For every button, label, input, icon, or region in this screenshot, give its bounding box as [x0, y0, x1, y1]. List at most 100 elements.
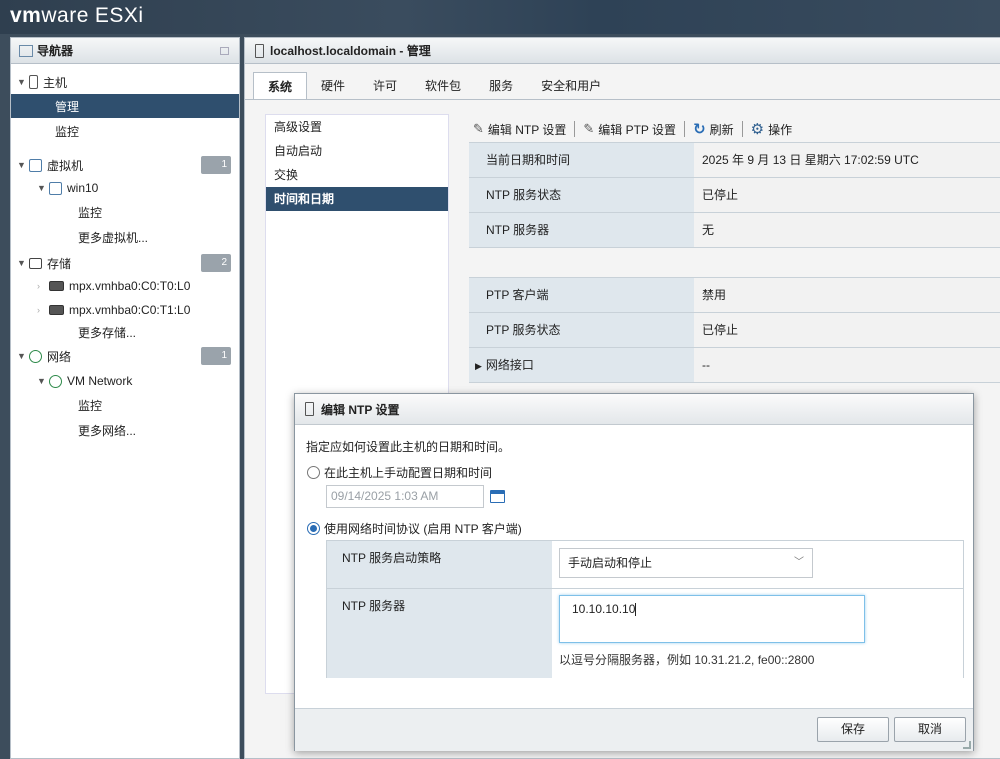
toolbar-separator	[684, 121, 686, 137]
table-row: NTP 服务器 无	[469, 213, 1000, 248]
expand-arrow-icon[interactable]: ▼	[37, 183, 47, 193]
policy-cell: 手动启动和停止 ﹀	[552, 541, 963, 588]
subnav-advanced-settings[interactable]: 高级设置	[266, 115, 448, 139]
expand-arrow-icon[interactable]: ▼	[17, 258, 27, 268]
subnav-time-date[interactable]: 时间和日期	[266, 187, 448, 211]
nav-item-vm-win10[interactable]: ▼ win10	[11, 176, 239, 200]
table-row-network-interfaces[interactable]: ▶ 网络接口 --	[469, 348, 1000, 383]
host-icon	[29, 75, 38, 89]
row-value: 已停止	[694, 178, 1000, 212]
nav-item-host[interactable]: ▼ 主机	[11, 70, 239, 94]
table-row: 当前日期和时间 2025 年 9 月 13 日 星期六 17:02:59 UTC	[469, 143, 1000, 178]
vmware-esxi-logo: vmware ESXi	[10, 4, 144, 28]
nav-item-label: 虚拟机	[47, 158, 84, 173]
nav-item-vms[interactable]: ▼ 虚拟机 1	[11, 153, 239, 177]
tab-divider	[245, 99, 1000, 100]
subnav-autostart[interactable]: 自动启动	[266, 139, 448, 163]
edit-ptp-button[interactable]: ✎ 编辑 PTP 设置	[583, 121, 676, 138]
nav-item-vm-monitor[interactable]: 监控	[11, 200, 239, 224]
nav-item-label: 管理	[55, 99, 80, 114]
refresh-label: 刷新	[709, 122, 734, 137]
tab-security-users[interactable]: 安全和用户	[527, 72, 615, 100]
calendar-icon[interactable]	[490, 490, 505, 503]
host-icon	[305, 402, 314, 416]
nav-item-label: VM Network	[67, 374, 133, 388]
nav-item-network-monitor[interactable]: 监控	[11, 393, 239, 417]
ntp-info-table: 当前日期和时间 2025 年 9 月 13 日 星期六 17:02:59 UTC…	[469, 142, 1000, 248]
row-key-label: 网络接口	[485, 358, 534, 372]
navigator-title: 导航器	[37, 44, 74, 58]
ntp-server-label: NTP 服务器	[327, 589, 552, 678]
pencil-icon: ✎	[583, 121, 595, 136]
table-row: PTP 客户端 禁用	[469, 278, 1000, 313]
nav-item-vm-network[interactable]: ▼ VM Network	[11, 369, 239, 393]
row-value: 2025 年 9 月 13 日 星期六 17:02:59 UTC	[694, 143, 1000, 177]
startup-policy-select[interactable]: 手动启动和停止 ﹀	[559, 548, 813, 578]
table-row: NTP 服务器 10.10.10.10 以逗号分隔服务器，例如 10.31.21…	[327, 589, 963, 678]
tab-packages[interactable]: 软件包	[411, 72, 475, 100]
expand-arrow-icon[interactable]: ▼	[17, 351, 27, 361]
nav-item-label: win10	[67, 181, 99, 195]
startup-policy-value: 手动启动和停止	[568, 556, 653, 570]
edit-ntp-button[interactable]: ✎ 编辑 NTP 设置	[473, 121, 566, 138]
nav-item-host-manage[interactable]: 管理	[11, 94, 239, 118]
ntp-option[interactable]: 使用网络时间协议 (启用 NTP 客户端)	[307, 520, 522, 537]
manual-config-option[interactable]: 在此主机上手动配置日期和时间	[307, 464, 492, 481]
nav-item-label: 网络	[47, 349, 72, 364]
nav-item-disk-t0[interactable]: › mpx.vmhba0:C0:T0:L0	[11, 274, 239, 298]
nav-item-networking[interactable]: ▼ 网络 1	[11, 344, 239, 368]
expand-arrow-icon[interactable]: ▼	[17, 77, 27, 87]
refresh-icon: ↻	[693, 121, 706, 138]
manual-datetime-input[interactable]: 09/14/2025 1:03 AM	[326, 485, 484, 508]
cancel-button[interactable]: 取消	[894, 717, 966, 742]
table-row: PTP 服务状态 已停止	[469, 313, 1000, 348]
tab-bar: 系统 硬件 许可 软件包 服务 安全和用户	[253, 72, 615, 100]
tab-system[interactable]: 系统	[253, 72, 308, 100]
collapsed-arrow-icon[interactable]: ›	[37, 305, 47, 315]
ntp-servers-value: 10.10.10.10	[572, 602, 636, 616]
tab-services[interactable]: 服务	[475, 72, 527, 100]
ntp-option-label: 使用网络时间协议 (启用 NTP 客户端)	[324, 522, 522, 536]
expand-arrow-icon[interactable]: ▼	[37, 376, 47, 386]
chevron-down-icon: ﹀	[794, 557, 804, 568]
logo-vm: vm	[10, 4, 42, 27]
toolbar-separator	[574, 121, 576, 137]
logo-ware: ware	[41, 4, 89, 27]
nav-item-label: mpx.vmhba0:C0:T1:L0	[69, 303, 191, 317]
disk-icon	[49, 305, 64, 315]
nav-item-label: 存储	[47, 256, 72, 271]
nav-item-label: 主机	[43, 75, 68, 90]
nav-item-storage[interactable]: ▼ 存储 2	[11, 251, 239, 275]
nav-item-more-vms[interactable]: 更多虚拟机...	[11, 225, 239, 249]
subnav-swap[interactable]: 交换	[266, 163, 448, 187]
policy-label: NTP 服务启动策略	[327, 541, 552, 588]
nav-item-label: mpx.vmhba0:C0:T0:L0	[69, 279, 191, 293]
tab-licensing[interactable]: 许可	[359, 72, 411, 100]
collapse-panel-icon[interactable]	[220, 47, 229, 55]
nav-item-more-storage[interactable]: 更多存储...	[11, 320, 239, 344]
resize-grip-icon[interactable]	[963, 741, 971, 749]
row-key: NTP 服务状态	[469, 178, 694, 212]
ntp-radio[interactable]	[307, 522, 320, 535]
storage-icon	[29, 257, 42, 269]
manual-config-radio[interactable]	[307, 466, 320, 479]
page-title: localhost.localdomain - 管理	[270, 44, 431, 58]
network-count-badge: 1	[201, 347, 231, 365]
save-button[interactable]: 保存	[817, 717, 889, 742]
table-row: NTP 服务状态 已停止	[469, 178, 1000, 213]
refresh-button[interactable]: ↻ 刷新	[693, 120, 734, 138]
ntp-servers-textarea[interactable]: 10.10.10.10	[559, 595, 865, 643]
vm-icon	[29, 158, 42, 172]
row-key: NTP 服务器	[469, 213, 694, 247]
nav-item-label: 监控	[55, 124, 80, 139]
actions-button[interactable]: ⚙ 操作	[751, 120, 792, 138]
nav-item-more-networks[interactable]: 更多网络...	[11, 418, 239, 442]
vm-count-badge: 1	[201, 156, 231, 174]
expand-arrow-icon[interactable]: ▶	[475, 361, 482, 371]
nav-item-host-monitor[interactable]: 监控	[11, 119, 239, 143]
nav-item-label: 更多存储...	[78, 325, 137, 340]
tab-hardware[interactable]: 硬件	[307, 72, 359, 100]
nav-item-disk-t1[interactable]: › mpx.vmhba0:C0:T1:L0	[11, 298, 239, 322]
expand-arrow-icon[interactable]: ▼	[17, 160, 27, 170]
collapsed-arrow-icon[interactable]: ›	[37, 281, 47, 291]
